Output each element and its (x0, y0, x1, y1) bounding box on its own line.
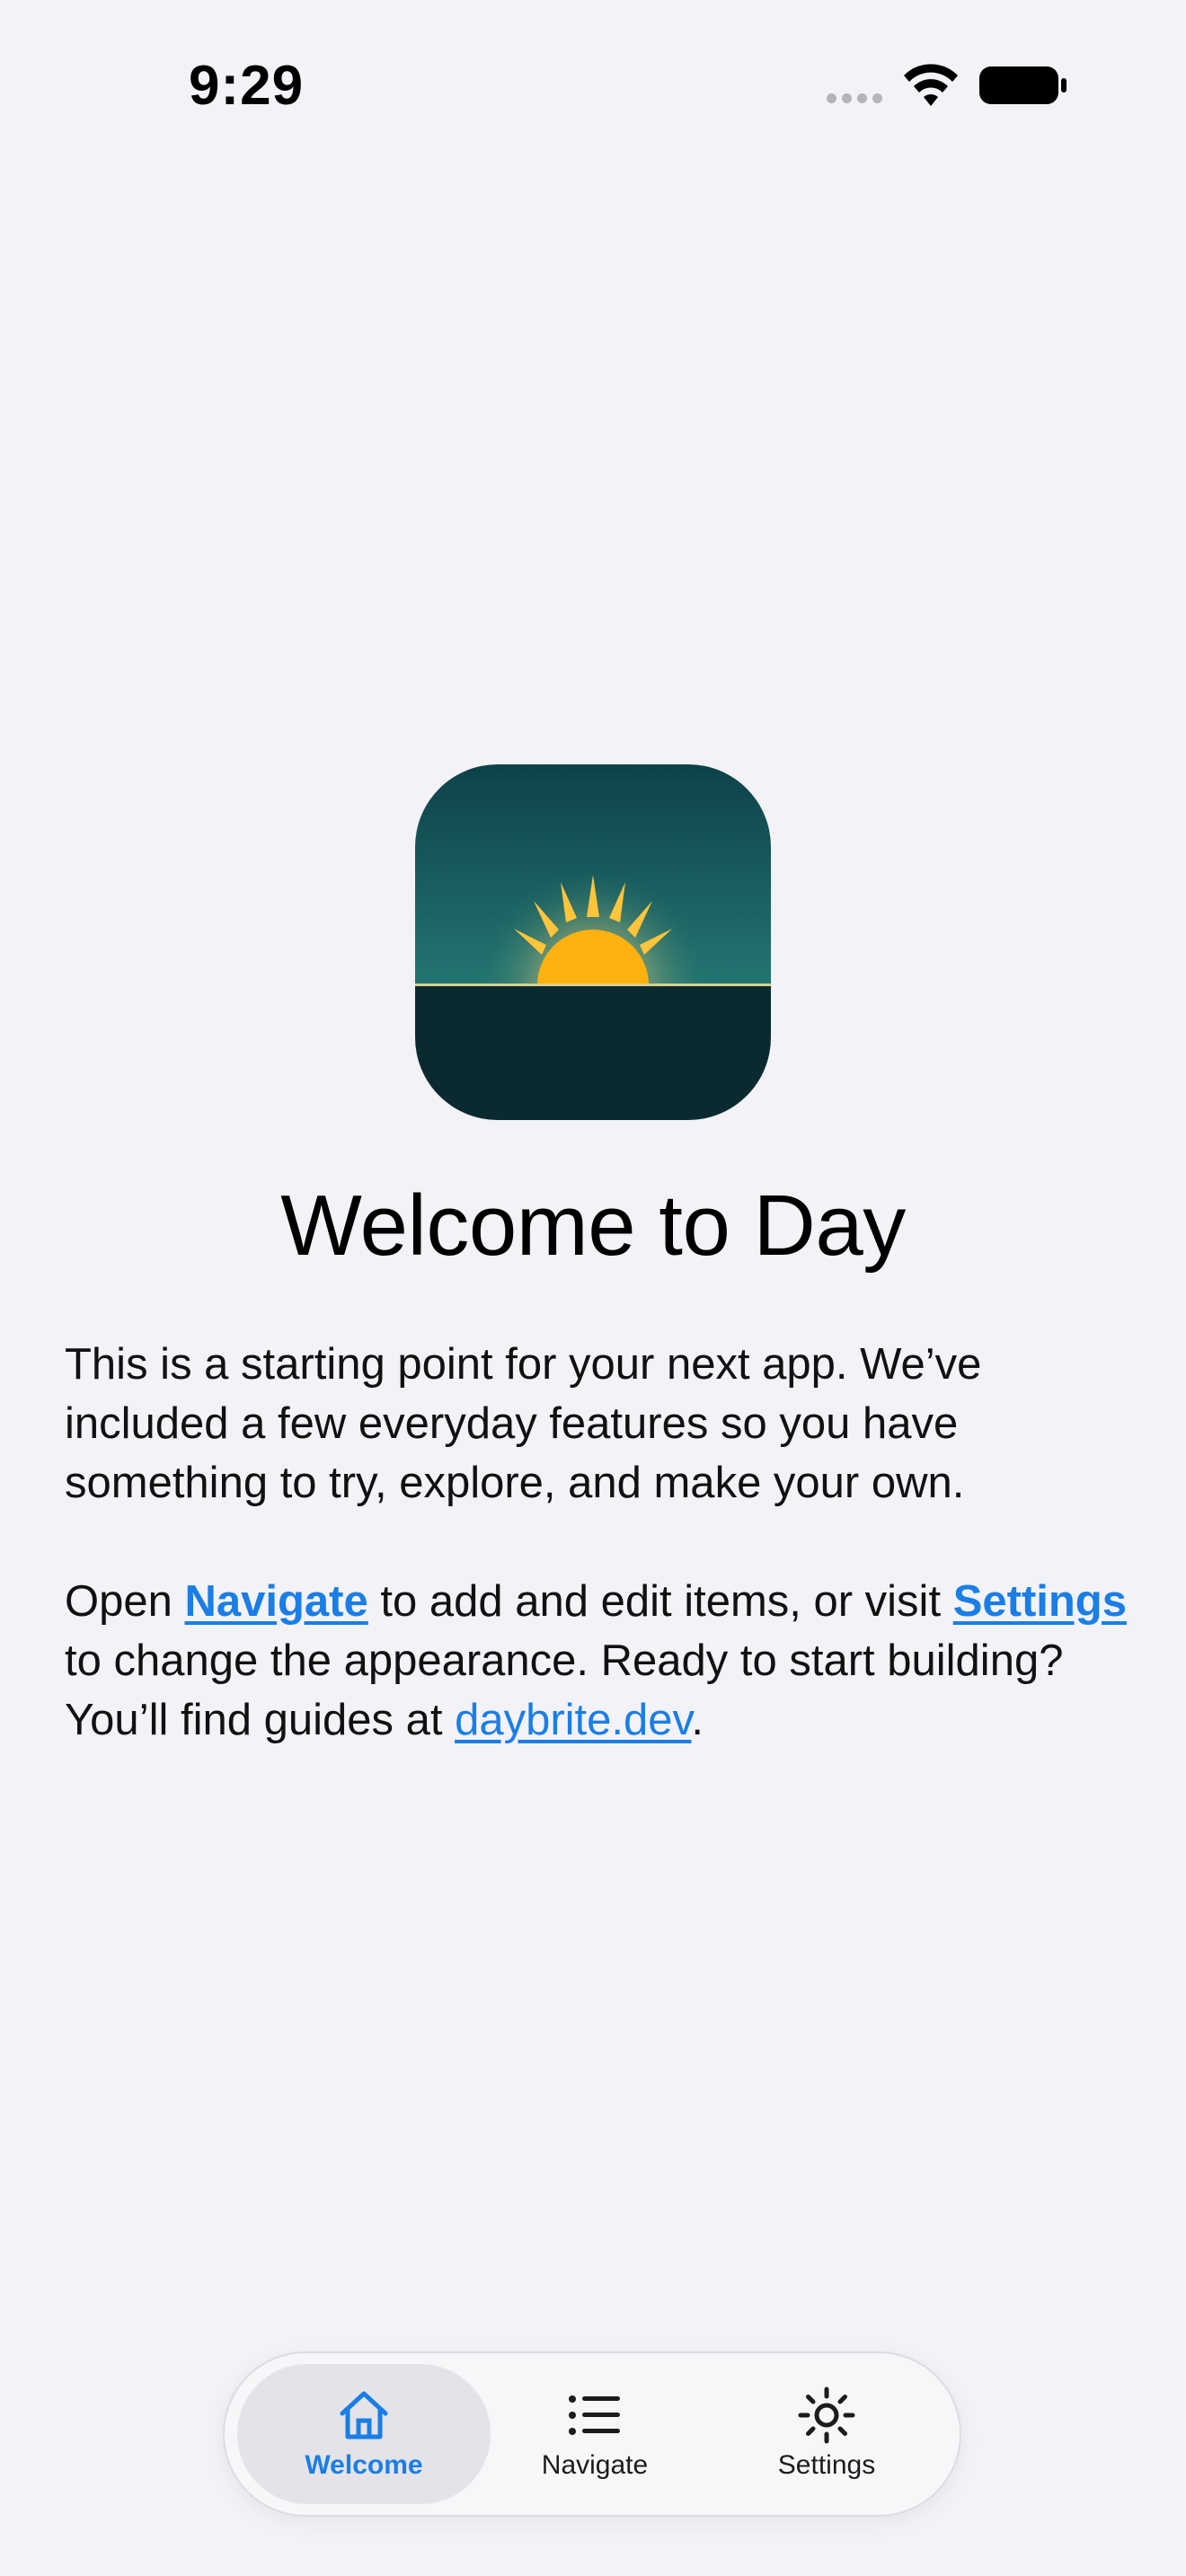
intro-paragraph: This is a starting point for your next a… (65, 1340, 982, 1507)
welcome-body: This is a starting point for your next a… (65, 1335, 1134, 1750)
instructions-paragraph: Open Navigate to add and edit items, or … (65, 1572, 1134, 1750)
settings-link[interactable]: Settings (953, 1577, 1127, 1626)
sunrise-app-icon (415, 764, 771, 1120)
status-bar: 9:29 (0, 0, 1186, 171)
open-text: Open (65, 1577, 185, 1626)
battery-icon (979, 66, 1067, 104)
house-icon (335, 2386, 393, 2445)
status-time: 9:29 (189, 55, 305, 117)
wifi-icon (904, 64, 958, 106)
tab-navigate-label: Navigate (541, 2450, 649, 2480)
cellular-signal-icon (827, 93, 882, 103)
period-text: . (691, 1696, 704, 1744)
tab-bar: Welcome Navigate Settings (223, 2351, 961, 2517)
navigate-link[interactable]: Navigate (184, 1577, 367, 1626)
daybrite-link[interactable]: daybrite.dev (455, 1696, 691, 1744)
tab-settings-label: Settings (777, 2450, 876, 2480)
tab-navigate[interactable]: Navigate (478, 2364, 712, 2504)
tab-settings[interactable]: Settings (710, 2364, 943, 2504)
tab-welcome[interactable]: Welcome (237, 2364, 491, 2504)
middle-text: to add and edit items, or visit (367, 1577, 953, 1626)
list-icon (566, 2386, 624, 2445)
tab-welcome-label: Welcome (305, 2450, 423, 2480)
page-title: Welcome to Day (280, 1178, 906, 1274)
status-icons (827, 63, 1069, 108)
sun-gear-icon (797, 2386, 856, 2445)
